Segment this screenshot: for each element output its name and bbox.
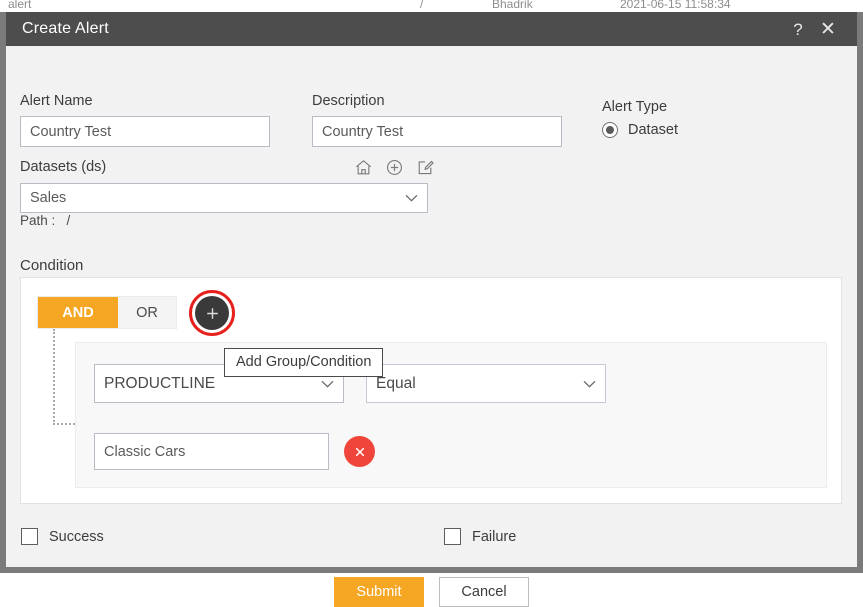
dataset-path-label: Path : <box>20 213 56 228</box>
alert-type-label: Alert Type <box>602 99 668 115</box>
cancel-button[interactable]: Cancel <box>439 577 529 607</box>
background-cell-path: / <box>420 0 424 11</box>
modal-scrim-bottom <box>0 567 863 573</box>
success-checkbox-row[interactable]: Success <box>21 528 104 545</box>
add-group-condition-wrapper <box>189 290 235 336</box>
chevron-down-icon <box>321 380 334 388</box>
checkbox-icon[interactable] <box>21 528 38 545</box>
condition-group: PRODUCTLINE Equal Classic Cars <box>75 342 827 488</box>
dataset-path-value: / <box>66 213 71 228</box>
checkbox-icon[interactable] <box>444 528 461 545</box>
condition-panel: AND OR Add Group/Condition PRODUCTLINE E… <box>20 277 842 504</box>
dialog-action-buttons: Submit Cancel <box>6 577 857 607</box>
background-cell-owner: Bhadrik <box>492 0 533 11</box>
description-input[interactable]: Country Test <box>312 116 562 147</box>
create-alert-dialog: Create Alert ? ✕ Alert Name Country Test… <box>6 12 857 607</box>
dataset-path: Path : / <box>20 213 70 228</box>
chevron-down-icon <box>405 194 418 202</box>
condition-operator-value: Equal <box>376 374 416 392</box>
add-group-condition-button[interactable] <box>195 296 229 330</box>
edit-icon[interactable] <box>416 158 435 177</box>
dialog-titlebar: Create Alert ? ✕ <box>6 12 857 46</box>
page-root: alert / Bhadrik 2021-06-15 11:58:34 Crea… <box>0 0 863 607</box>
submit-button[interactable]: Submit <box>334 577 424 607</box>
condition-connector-line <box>53 329 75 425</box>
close-icon[interactable]: ✕ <box>813 14 843 44</box>
dialog-title: Create Alert <box>22 20 109 37</box>
background-cell-timestamp: 2021-06-15 11:58:34 <box>620 0 731 11</box>
datasets-label: Datasets (ds) <box>20 159 107 175</box>
alert-type-radio-dataset[interactable]: Dataset <box>602 122 678 138</box>
condition-value-input[interactable]: Classic Cars <box>94 433 329 470</box>
help-icon[interactable]: ? <box>783 14 813 44</box>
chevron-down-icon <box>583 380 596 388</box>
datasets-icon-group <box>354 158 435 177</box>
alert-name-label: Alert Name <box>20 93 93 109</box>
alert-type-radio-label: Dataset <box>628 122 678 138</box>
description-label: Description <box>312 93 385 109</box>
background-page: alert / Bhadrik 2021-06-15 11:58:34 <box>0 0 863 12</box>
dialog-body: Alert Name Country Test Description Coun… <box>6 46 857 607</box>
condition-label: Condition <box>20 257 84 274</box>
success-checkbox-label: Success <box>49 528 104 545</box>
failure-checkbox-row[interactable]: Failure <box>444 528 516 545</box>
or-toggle-button[interactable]: OR <box>118 297 176 328</box>
add-group-condition-tooltip: Add Group/Condition <box>224 348 384 377</box>
datasets-select-value: Sales <box>30 190 67 206</box>
failure-checkbox-label: Failure <box>472 528 517 545</box>
home-icon[interactable] <box>354 158 373 177</box>
condition-operator-select[interactable]: Equal <box>366 364 606 403</box>
radio-selected-icon <box>602 122 618 138</box>
alert-name-input[interactable]: Country Test <box>20 116 270 147</box>
and-toggle-button[interactable]: AND <box>38 297 118 328</box>
and-or-toggle: AND OR <box>37 296 177 329</box>
modal-scrim-right <box>857 12 863 573</box>
delete-condition-button[interactable] <box>344 436 375 467</box>
condition-field-value: PRODUCTLINE <box>104 374 216 392</box>
plus-circle-icon[interactable] <box>385 158 404 177</box>
background-cell-name: alert <box>8 0 32 11</box>
datasets-select[interactable]: Sales <box>20 183 428 213</box>
background-table-row: alert / Bhadrik 2021-06-15 11:58:34 <box>0 0 863 12</box>
